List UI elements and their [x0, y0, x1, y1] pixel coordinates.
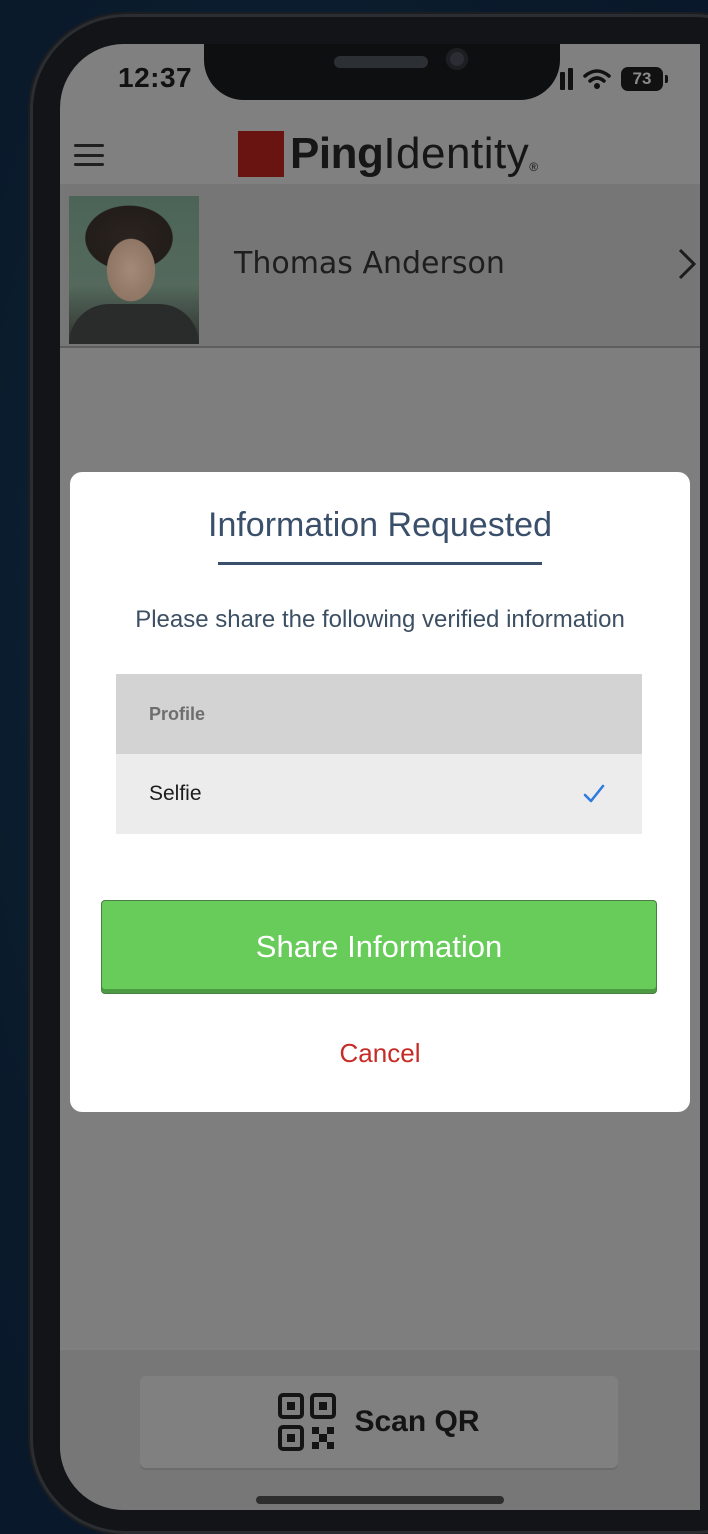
- cancel-button[interactable]: Cancel: [70, 1038, 690, 1069]
- battery-icon: 73: [621, 67, 668, 91]
- logo-text-identity: Identity: [383, 129, 530, 178]
- modal-subtitle: Please share the following verified info…: [135, 606, 625, 633]
- front-camera: [446, 48, 468, 70]
- list-item-selfie[interactable]: Selfie: [116, 754, 642, 834]
- speaker-grille: [334, 56, 428, 68]
- bottom-bar: Scan QR: [60, 1350, 700, 1510]
- qr-code-icon: [278, 1393, 337, 1451]
- checkmark-icon: [583, 784, 605, 803]
- wifi-icon: [583, 68, 611, 90]
- title-underline: [218, 562, 542, 565]
- logo-text-ping: Ping: [290, 129, 384, 178]
- list-item-label: Selfie: [149, 782, 202, 805]
- scan-qr-label: Scan QR: [354, 1405, 480, 1438]
- logo-registered-mark: ®: [529, 160, 539, 174]
- requested-info-list: Profile Selfie: [116, 674, 642, 834]
- notch: [204, 44, 560, 100]
- chevron-right-icon: [678, 248, 697, 280]
- profile-name: Thomas Anderson: [234, 246, 505, 281]
- signal-icon: [560, 68, 573, 90]
- modal-title: Information Requested: [208, 506, 552, 544]
- logo-square: [238, 131, 284, 177]
- avatar: [69, 196, 199, 344]
- hamburger-menu-icon[interactable]: [74, 144, 104, 166]
- app-header: Ping Identity ®: [60, 104, 700, 184]
- status-icons: 73: [560, 64, 668, 94]
- list-section-header: Profile: [116, 674, 642, 754]
- home-indicator: [256, 1496, 504, 1504]
- information-request-modal: Information Requested Please share the f…: [70, 472, 690, 1112]
- share-information-button[interactable]: Share Information: [101, 900, 657, 994]
- scan-qr-button[interactable]: Scan QR: [140, 1376, 618, 1468]
- profile-row[interactable]: Thomas Anderson: [60, 184, 700, 348]
- ping-identity-logo: Ping Identity ®: [238, 124, 538, 184]
- background: Ping Identity ® Thomas Anderson Scan QR …: [0, 0, 708, 1534]
- status-time: 12:37: [118, 62, 193, 93]
